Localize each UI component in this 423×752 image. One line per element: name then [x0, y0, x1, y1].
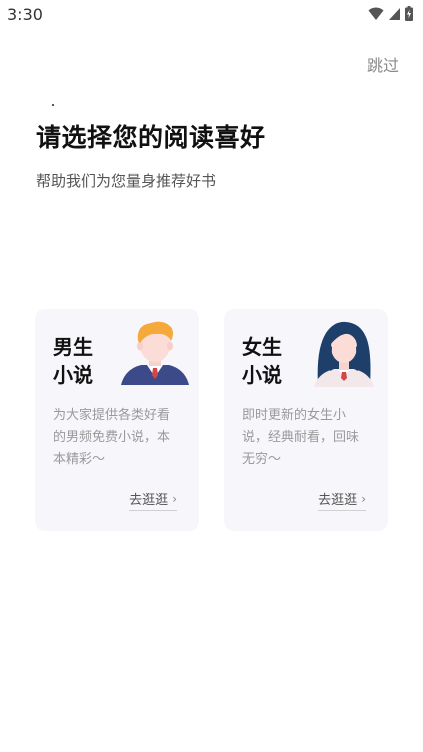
male-card-title-line1: 男生	[53, 335, 93, 359]
female-card-title-line2: 小说	[242, 363, 282, 387]
page-subtitle: 帮助我们为您量身推荐好书	[36, 172, 217, 190]
male-card-title-line2: 小说	[53, 363, 93, 387]
skip-button[interactable]: 跳过	[367, 52, 399, 76]
status-bar: 3:30	[0, 0, 423, 30]
male-card-description: 为大家提供各类好看的男频免费小说，本本精彩～	[53, 408, 171, 467]
male-card-title: 男生 小说	[53, 333, 93, 389]
female-novel-card[interactable]: 女生 小说 即时更新的女生小说，经典耐看，回味无穷～ 去逛逛 ›	[224, 309, 388, 531]
female-card-browse-label: 去逛逛	[318, 493, 358, 508]
male-novel-card[interactable]: 男生 小说 为大家提供各类好看的男频免费小说，本本精彩～ 去逛逛 ›	[35, 309, 199, 531]
decorative-dot	[52, 104, 54, 106]
female-card-browse-link[interactable]: 去逛逛 ›	[318, 489, 366, 511]
signal-icon	[389, 7, 400, 20]
wifi-icon	[368, 7, 384, 20]
status-time: 3:30	[7, 5, 43, 24]
chevron-right-icon: ›	[361, 491, 366, 506]
page-title: 请选择您的阅读喜好	[36, 123, 266, 152]
male-card-browse-link[interactable]: 去逛逛 ›	[129, 489, 177, 511]
male-avatar-icon	[121, 321, 189, 385]
female-avatar-icon	[314, 321, 374, 387]
female-card-title-line1: 女生	[242, 335, 282, 359]
male-card-browse-label: 去逛逛	[129, 493, 169, 508]
female-card-description: 即时更新的女生小说，经典耐看，回味无穷～	[242, 408, 360, 467]
female-card-title: 女生 小说	[242, 333, 282, 389]
chevron-right-icon: ›	[172, 491, 177, 506]
battery-charging-icon	[405, 6, 413, 21]
status-icons	[368, 6, 413, 21]
